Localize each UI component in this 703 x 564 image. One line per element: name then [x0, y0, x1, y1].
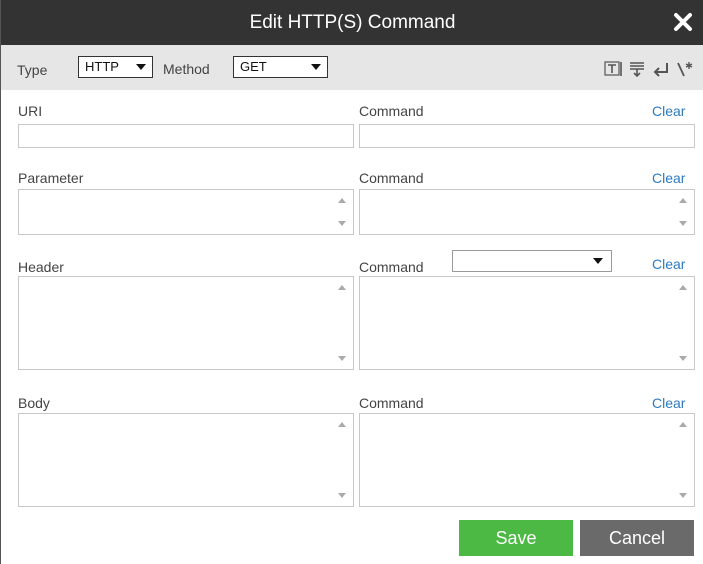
body-command-label: Command	[359, 395, 424, 411]
scrollbar[interactable]	[672, 414, 694, 506]
type-select-value: HTTP	[85, 59, 119, 74]
scroll-down-icon[interactable]	[338, 221, 346, 226]
scroll-up-icon[interactable]	[338, 422, 346, 427]
scrollbar[interactable]	[672, 277, 694, 369]
scrollbar[interactable]	[331, 190, 353, 234]
return-icon[interactable]	[652, 60, 670, 78]
scroll-up-icon[interactable]	[679, 198, 687, 203]
scroll-up-icon[interactable]	[338, 285, 346, 290]
cancel-button[interactable]: Cancel	[580, 520, 694, 556]
scroll-up-icon[interactable]	[679, 285, 687, 290]
parameter-clear-link[interactable]: Clear	[652, 170, 685, 186]
parameter-label: Parameter	[18, 170, 84, 186]
regex-icon[interactable]	[676, 60, 694, 78]
body-clear-link[interactable]: Clear	[652, 395, 685, 411]
header-command-textarea[interactable]	[359, 276, 695, 370]
scroll-down-icon[interactable]	[338, 356, 346, 361]
scroll-up-icon[interactable]	[338, 198, 346, 203]
save-button[interactable]: Save	[459, 520, 573, 556]
dialog-titlebar: Edit HTTP(S) Command	[1, 0, 703, 45]
header-label: Header	[18, 259, 64, 275]
header-command-label: Command	[359, 259, 424, 275]
uri-command-label: Command	[359, 103, 424, 119]
toolbar-icons	[604, 60, 694, 78]
chevron-down-icon	[593, 258, 603, 264]
parameter-textarea[interactable]	[18, 189, 354, 235]
scroll-down-icon[interactable]	[679, 221, 687, 226]
type-select[interactable]: HTTP	[78, 56, 153, 78]
header-clear-link[interactable]: Clear	[652, 256, 685, 272]
scrollbar[interactable]	[331, 277, 353, 369]
scroll-down-icon[interactable]	[338, 493, 346, 498]
scroll-up-icon[interactable]	[679, 422, 687, 427]
edit-http-command-dialog: Edit HTTP(S) Command Type HTTP Method GE…	[0, 0, 703, 564]
header-command-select[interactable]	[452, 250, 612, 272]
type-label: Type	[17, 62, 48, 78]
header-textarea[interactable]	[18, 276, 354, 370]
parameter-command-textarea[interactable]	[359, 189, 695, 235]
chevron-down-icon	[136, 64, 146, 70]
scroll-down-icon[interactable]	[679, 493, 687, 498]
uri-label: URI	[18, 103, 43, 119]
text-format-icon[interactable]	[604, 60, 622, 78]
method-select[interactable]: GET	[233, 56, 328, 78]
scroll-down-icon[interactable]	[679, 356, 687, 361]
parameter-command-label: Command	[359, 170, 424, 186]
dialog-title: Edit HTTP(S) Command	[249, 12, 456, 33]
scrollbar[interactable]	[672, 190, 694, 234]
body-command-textarea[interactable]	[359, 413, 695, 507]
uri-input[interactable]	[18, 124, 354, 148]
method-label: Method	[163, 61, 210, 77]
scrollbar[interactable]	[331, 414, 353, 506]
uri-command-input[interactable]	[359, 124, 695, 148]
toolbar: Type HTTP Method GET	[1, 45, 703, 90]
body-textarea[interactable]	[18, 413, 354, 507]
method-select-value: GET	[240, 59, 267, 74]
body-label: Body	[18, 395, 50, 411]
chevron-down-icon	[311, 64, 321, 70]
close-icon[interactable]	[672, 11, 694, 33]
uri-clear-link[interactable]: Clear	[652, 103, 685, 119]
insert-below-icon[interactable]	[628, 60, 646, 78]
